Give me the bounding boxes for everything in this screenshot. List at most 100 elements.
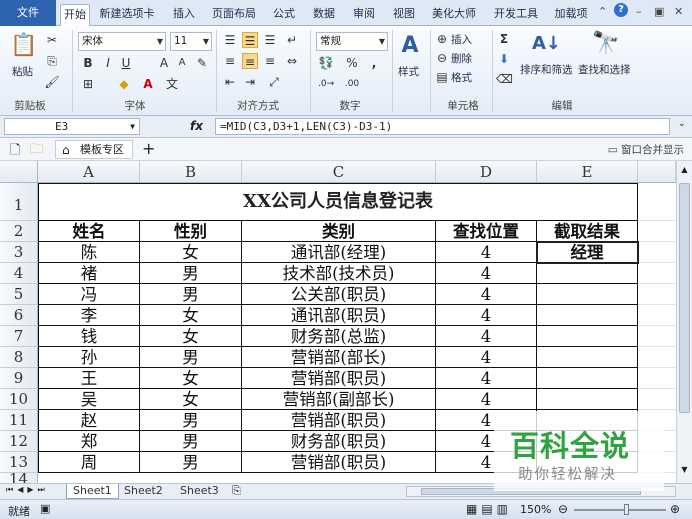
find-select-icon[interactable]: 🔭 <box>592 30 620 58</box>
table-cell[interactable]: 女 <box>140 242 242 263</box>
column-header[interactable]: A <box>38 161 140 183</box>
tab-formulas[interactable]: 公式 <box>268 4 300 26</box>
column-title-cell[interactable]: 截取结果 <box>537 221 638 242</box>
macro-record-icon[interactable]: ▣ <box>40 502 50 515</box>
column-header[interactable]: E <box>537 161 638 183</box>
format-cells-icon[interactable]: ▤ <box>434 69 450 85</box>
font-color-icon[interactable]: A <box>140 76 156 92</box>
column-title-cell[interactable]: 姓名 <box>38 221 140 242</box>
tab-addins[interactable]: 加载项 <box>550 4 592 26</box>
fill-icon[interactable]: ⬇ <box>496 51 512 67</box>
tab-beauty-master[interactable]: 美化大师 <box>428 4 480 26</box>
table-cell[interactable]: 女 <box>140 326 242 347</box>
table-cell[interactable]: 通讯部(职员) <box>242 305 436 326</box>
close-icon[interactable]: ✕ <box>674 5 683 18</box>
copy-icon[interactable]: ⎘ <box>44 53 60 69</box>
font-size-combo[interactable]: 11 ▼ <box>170 32 212 51</box>
format-cells-button[interactable]: 格式 <box>451 70 472 85</box>
table-cell[interactable]: 周 <box>38 452 140 473</box>
table-cell[interactable] <box>537 326 638 347</box>
tab-view[interactable]: 视图 <box>388 4 420 26</box>
scroll-up-icon[interactable]: ▲ <box>679 165 690 179</box>
table-title-cell[interactable]: XX公司人员信息登记表 <box>38 183 638 221</box>
table-cell[interactable]: 4 <box>436 263 537 284</box>
zoom-in-icon[interactable]: ⊕ <box>670 502 680 516</box>
zoom-level[interactable]: 150% <box>520 503 551 516</box>
add-tab-icon[interactable]: + <box>142 139 155 158</box>
decrease-indent-icon[interactable]: ⇤ <box>222 74 238 90</box>
table-cell[interactable]: 陈 <box>38 242 140 263</box>
template-zone-tab[interactable]: ⌂ 模板专区 <box>55 140 133 159</box>
decrease-decimal-icon[interactable]: .00 <box>344 76 360 92</box>
merge-window-button[interactable]: ▭ 窗口合并显示 <box>608 142 684 157</box>
row-header[interactable]: 11 <box>0 410 38 431</box>
table-cell[interactable] <box>537 284 638 305</box>
align-bottom-icon[interactable]: ☰ <box>262 32 278 48</box>
table-cell[interactable]: 郑 <box>38 431 140 452</box>
select-all-corner[interactable] <box>0 161 38 183</box>
column-header[interactable]: B <box>140 161 242 183</box>
grow-font-icon[interactable]: A <box>156 55 172 71</box>
table-cell[interactable]: 营销部(部长) <box>242 347 436 368</box>
row-header[interactable]: 12 <box>0 431 38 452</box>
cut-icon[interactable]: ✂ <box>44 32 60 48</box>
italic-icon[interactable]: I <box>100 55 116 71</box>
tab-home[interactable]: 开始 <box>60 4 90 27</box>
table-cell[interactable]: 孙 <box>38 347 140 368</box>
clear-format-icon[interactable]: ✎ <box>194 55 210 71</box>
styles-button[interactable]: 样式 <box>398 64 419 79</box>
sheet-tab-2[interactable]: Sheet2 <box>118 484 169 499</box>
align-right-icon[interactable]: ≡ <box>262 53 278 69</box>
chevron-down-icon[interactable]: ▼ <box>130 119 135 134</box>
sort-filter-button[interactable]: 排序和筛选 <box>520 62 573 77</box>
shrink-font-icon[interactable]: A <box>174 55 190 71</box>
table-cell[interactable]: 褚 <box>38 263 140 284</box>
table-cell[interactable]: 男 <box>140 410 242 431</box>
underline-icon[interactable]: U <box>118 55 134 71</box>
paste-button[interactable]: 粘贴 <box>12 64 33 79</box>
format-painter-icon[interactable]: 🖌 <box>44 74 60 90</box>
zoom-slider-thumb[interactable] <box>624 504 629 515</box>
table-cell[interactable] <box>537 305 638 326</box>
increase-indent-icon[interactable]: ⇥ <box>242 74 258 90</box>
row-header[interactable]: 3 <box>0 242 38 263</box>
number-format-combo[interactable]: 常规 ▼ <box>316 32 388 51</box>
row-header[interactable]: 5 <box>0 284 38 305</box>
table-cell[interactable]: 技术部(技术员) <box>242 263 436 284</box>
table-cell[interactable]: 通讯部(经理) <box>242 242 436 263</box>
column-title-cell[interactable]: 性别 <box>140 221 242 242</box>
help-icon[interactable]: ? <box>614 3 628 17</box>
bold-icon[interactable]: B <box>80 55 96 71</box>
scroll-thumb[interactable] <box>679 183 690 413</box>
table-cell[interactable]: 女 <box>140 389 242 410</box>
new-sheet-icon[interactable]: ⎘ <box>232 484 241 498</box>
percent-icon[interactable]: % <box>344 55 360 71</box>
row-header[interactable]: 9 <box>0 368 38 389</box>
zoom-out-icon[interactable]: ⊖ <box>558 502 568 516</box>
table-cell[interactable]: 4 <box>436 347 537 368</box>
formula-input[interactable]: =MID(C3,D3+1,LEN(C3)-D3-1) <box>215 118 670 135</box>
folder-icon[interactable]: 🗀 <box>30 140 43 162</box>
collapse-ribbon-icon[interactable]: ⌃ <box>598 5 607 18</box>
sheet-tab-3[interactable]: Sheet3 <box>174 484 225 499</box>
row-header[interactable]: 10 <box>0 389 38 410</box>
tab-new-tab[interactable]: 新建选项卡 <box>96 4 158 26</box>
table-cell[interactable]: 4 <box>436 326 537 347</box>
restore-icon[interactable]: ▣ <box>654 5 664 18</box>
tab-data[interactable]: 数据 <box>308 4 340 26</box>
table-cell[interactable]: 营销部(职员) <box>242 410 436 431</box>
table-cell[interactable]: 男 <box>140 347 242 368</box>
delete-cells-button[interactable]: 删除 <box>451 51 472 66</box>
clear-icon[interactable]: ⌫ <box>496 71 513 87</box>
sheet-nav-icons[interactable]: ⏮◀▶⏭ <box>6 485 49 495</box>
table-cell[interactable]: 李 <box>38 305 140 326</box>
table-cell[interactable]: 营销部(副部长) <box>242 389 436 410</box>
expand-formula-icon[interactable]: ⌄ <box>678 119 686 129</box>
table-cell[interactable]: 吴 <box>38 389 140 410</box>
row-header[interactable]: 8 <box>0 347 38 368</box>
table-cell[interactable]: 女 <box>140 305 242 326</box>
table-cell[interactable]: 公关部(职员) <box>242 284 436 305</box>
insert-cells-icon[interactable]: ⊕ <box>434 31 450 47</box>
table-cell[interactable] <box>537 368 638 389</box>
new-file-icon[interactable]: 🗋 <box>10 141 20 163</box>
